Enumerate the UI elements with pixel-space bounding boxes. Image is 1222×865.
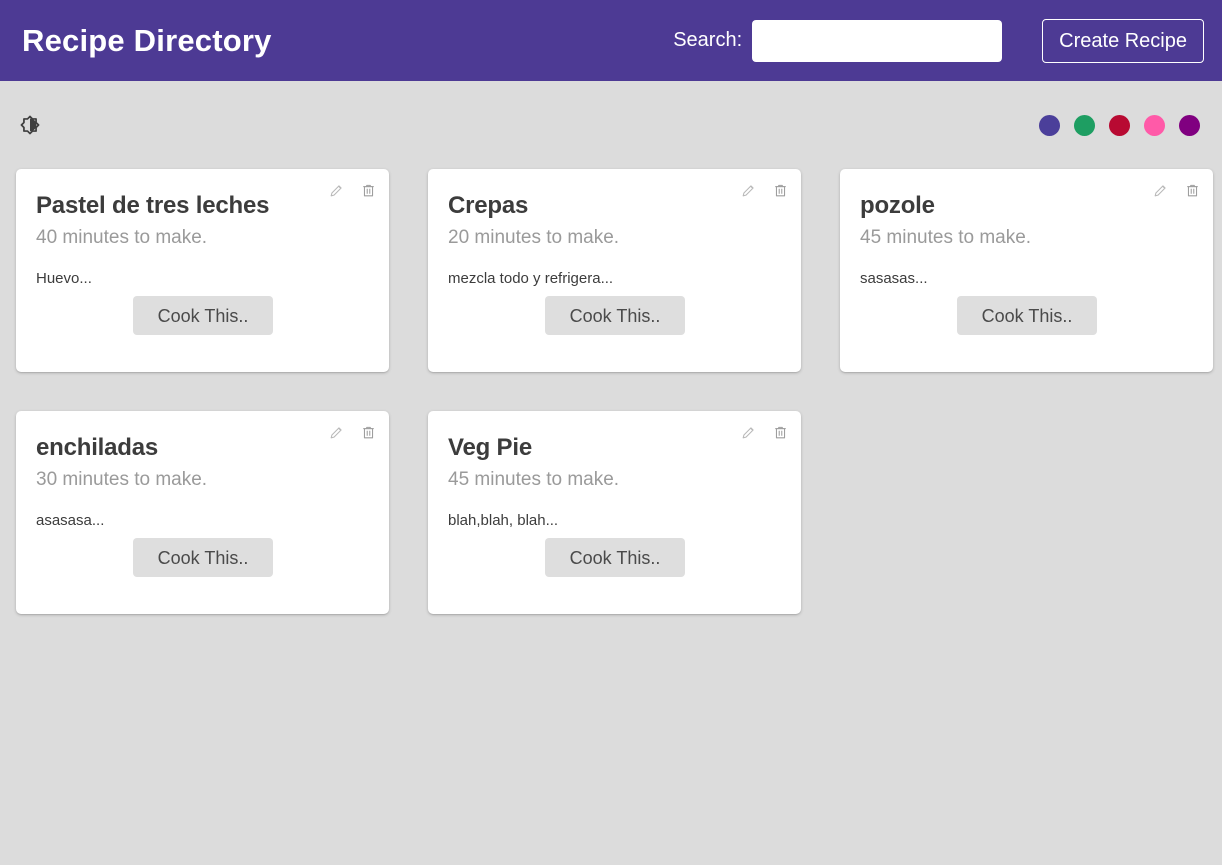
color-swatches (1039, 114, 1206, 136)
brightness-icon[interactable] (14, 109, 46, 141)
swatch-magenta[interactable] (1179, 114, 1200, 136)
swatch-pink[interactable] (1144, 114, 1165, 136)
recipe-title: pozole (860, 192, 935, 219)
edit-icon[interactable] (327, 423, 345, 441)
card-actions (327, 181, 377, 199)
recipe-description: Huevo... (36, 270, 92, 288)
cook-this-button[interactable]: Cook This.. (133, 296, 273, 335)
recipe-time: 45 minutes to make. (860, 227, 1032, 249)
card-actions (739, 423, 789, 441)
recipe-description: sasasas... (860, 270, 928, 288)
edit-icon[interactable] (739, 181, 757, 199)
header-controls: Search: Create Recipe (673, 18, 1204, 63)
card-actions (327, 423, 377, 441)
recipe-card: enchiladas 30 minutes to make. asasasa..… (16, 411, 389, 614)
cook-this-button[interactable]: Cook This.. (133, 538, 273, 577)
swatch-crimson[interactable] (1109, 114, 1130, 136)
cook-this-button[interactable]: Cook This.. (545, 538, 685, 577)
edit-icon[interactable] (327, 181, 345, 199)
delete-icon[interactable] (359, 181, 377, 199)
delete-icon[interactable] (1183, 181, 1201, 199)
recipe-card: Pastel de tres leches 40 minutes to make… (16, 169, 389, 372)
recipe-title: Crepas (448, 192, 529, 219)
edit-icon[interactable] (1151, 181, 1169, 199)
recipe-time: 30 minutes to make. (36, 469, 208, 491)
delete-icon[interactable] (771, 423, 789, 441)
recipe-description: asasasa... (36, 512, 105, 530)
toolbar (0, 81, 1222, 169)
recipe-card-grid: Pastel de tres leches 40 minutes to make… (0, 169, 1222, 614)
create-recipe-button[interactable]: Create Recipe (1042, 18, 1204, 63)
recipe-card: Crepas 20 minutes to make. mezcla todo y… (428, 169, 801, 372)
search-label: Search: (673, 29, 743, 51)
search-input[interactable] (752, 19, 1003, 62)
recipe-time: 40 minutes to make. (36, 227, 208, 249)
recipe-title: enchiladas (36, 434, 159, 461)
app-header: Recipe Directory Search: Create Recipe (0, 0, 1222, 81)
recipe-time: 20 minutes to make. (448, 227, 620, 249)
recipe-description: blah,blah, blah... (448, 512, 559, 530)
card-actions (739, 181, 789, 199)
delete-icon[interactable] (359, 423, 377, 441)
cook-this-button[interactable]: Cook This.. (545, 296, 685, 335)
cook-this-button[interactable]: Cook This.. (957, 296, 1097, 335)
recipe-time: 45 minutes to make. (448, 469, 620, 491)
swatch-purple[interactable] (1039, 114, 1060, 136)
delete-icon[interactable] (771, 181, 789, 199)
swatch-green[interactable] (1074, 114, 1095, 136)
recipe-title: Veg Pie (448, 434, 532, 461)
recipe-title: Pastel de tres leches (36, 192, 270, 219)
card-actions (1151, 181, 1201, 199)
recipe-card: pozole 45 minutes to make. sasasas... Co… (840, 169, 1213, 372)
recipe-card: Veg Pie 45 minutes to make. blah,blah, b… (428, 411, 801, 614)
search-group: Search: (673, 19, 1003, 62)
recipe-description: mezcla todo y refrigera... (448, 270, 614, 288)
edit-icon[interactable] (739, 423, 757, 441)
page-title: Recipe Directory (22, 23, 272, 58)
